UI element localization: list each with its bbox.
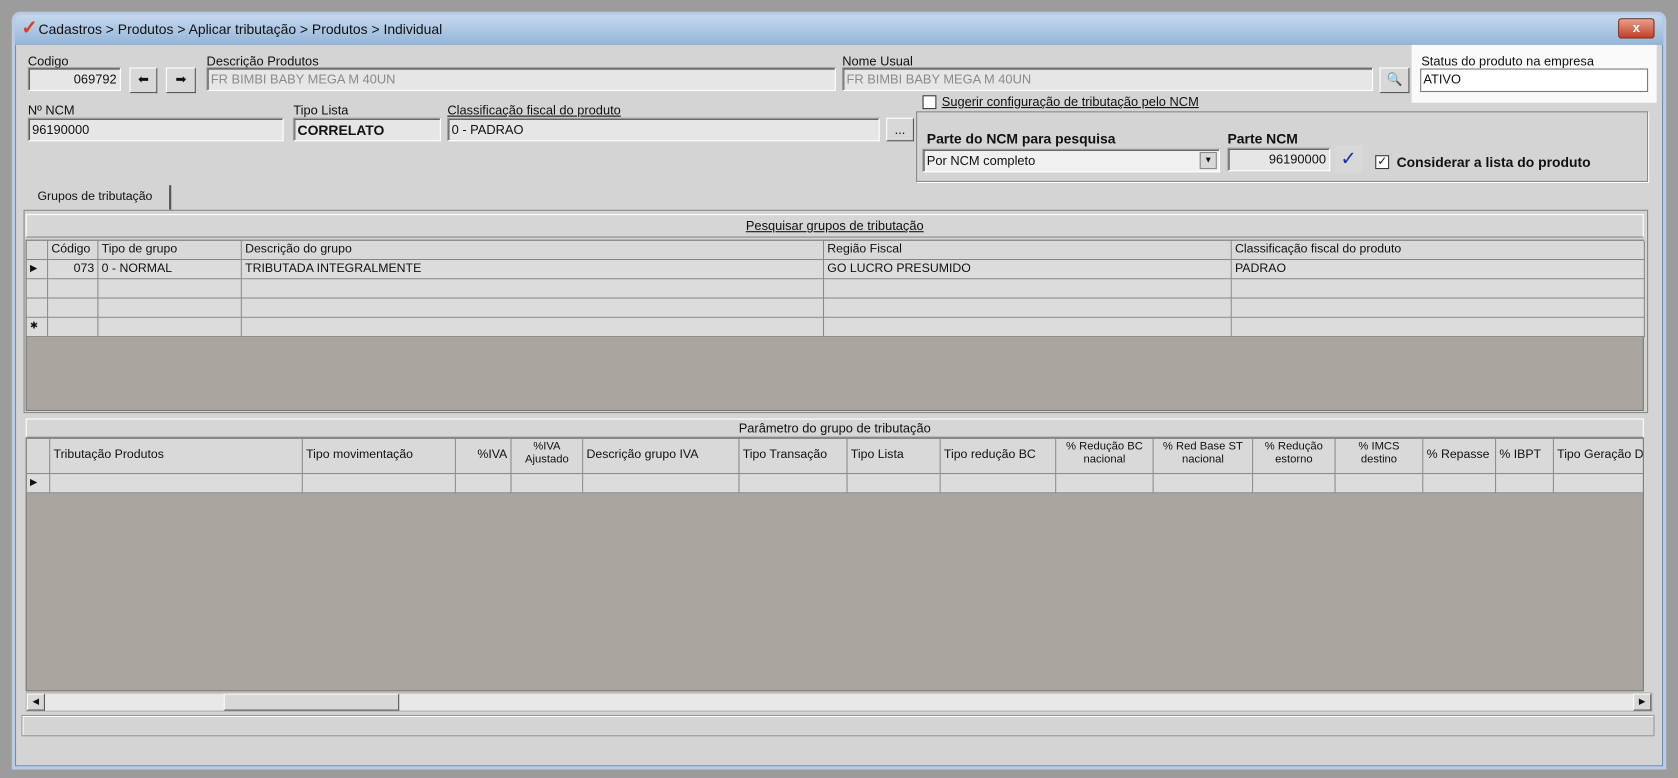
column-header[interactable]: % Red Base ST nacional: [1153, 438, 1254, 475]
tipo-lista-input[interactable]: CORRELATO: [293, 117, 441, 142]
new-row[interactable]: ✱: [26, 317, 1645, 338]
row-selector-icon: ▶: [26, 474, 51, 494]
column-header[interactable]: Classificação fiscal do produto: [1231, 240, 1645, 261]
cell: 0 - NORMAL: [98, 260, 242, 280]
parametros-grid: Tributação Produtos Tipo movimentação %I…: [25, 437, 1644, 692]
grupos-grid: Código Tipo de grupo Descrição do grupo …: [25, 239, 1645, 411]
new-row-asterisk-icon: ✱: [26, 317, 49, 338]
tab-grupos-de-tributacao[interactable]: Grupos de tributação: [30, 185, 172, 211]
column-header[interactable]: Tipo de grupo: [98, 240, 242, 261]
column-header[interactable]: % IBPT: [1496, 438, 1554, 475]
status-label: Status do produto na empresa: [1421, 53, 1594, 69]
parte-ncm-label: Parte NCM: [1227, 130, 1298, 147]
column-header[interactable]: % IMCS destino: [1335, 438, 1424, 475]
descricao-input[interactable]: FR BIMBI BABY MEGA M 40UN: [206, 67, 836, 91]
chevron-down-icon[interactable]: ▼: [1199, 151, 1217, 170]
table-row[interactable]: ▶ 073 0 - NORMAL TRIBUTADA INTEGRALMENTE…: [26, 260, 1645, 280]
column-header[interactable]: Código: [48, 240, 99, 261]
sugerir-checkbox[interactable]: [922, 95, 937, 110]
grupos-caption: Pesquisar grupos de tributação: [25, 214, 1644, 238]
column-header[interactable]: % Redução BC nacional: [1056, 438, 1154, 475]
window-title: Cadastros > Produtos > Aplicar tributaçã…: [38, 21, 443, 38]
status-input[interactable]: ATIVO: [1420, 68, 1649, 93]
column-header[interactable]: Descrição grupo IVA: [583, 438, 740, 475]
column-header[interactable]: Descrição do grupo: [241, 240, 825, 261]
horizontal-scrollbar[interactable]: ◀ ▶: [25, 692, 1653, 712]
scrollbar-thumb[interactable]: [223, 693, 400, 711]
title-bar: Cadastros > Produtos > Aplicar tributaçã…: [14, 14, 1664, 45]
previous-arrow-icon[interactable]: ⬅: [129, 67, 158, 94]
column-header[interactable]: Tributação Produtos: [50, 438, 303, 475]
next-arrow-icon[interactable]: ➡: [165, 67, 196, 94]
column-header[interactable]: Tipo movimentação: [302, 438, 456, 475]
nome-usual-label: Nome Usual: [842, 53, 913, 69]
table-row[interactable]: [26, 279, 1645, 299]
column-header[interactable]: Tipo Lista: [847, 438, 941, 475]
parametros-header-row: Tributação Produtos Tipo movimentação %I…: [26, 438, 1643, 475]
status-bar: [21, 714, 1655, 737]
parte-ncm-pesquisa-select[interactable]: Por NCM completo ▼: [922, 148, 1221, 173]
nome-usual-input[interactable]: FR BIMBI BABY MEGA M 40UN: [842, 67, 1374, 91]
ncm-input[interactable]: 96190000: [27, 117, 284, 142]
column-header[interactable]: % Repasse: [1423, 438, 1497, 475]
considerar-checkbox[interactable]: ✓: [1375, 155, 1390, 170]
parte-ncm-pesquisa-label: Parte do NCM para pesquisa: [926, 130, 1116, 147]
scroll-left-icon[interactable]: ◀: [26, 693, 45, 711]
column-header[interactable]: Tipo Geração D: [1553, 438, 1643, 475]
confirm-check-icon[interactable]: ✓: [1334, 145, 1363, 174]
column-header[interactable]: Tipo redução BC: [940, 438, 1057, 475]
close-button[interactable]: x: [1618, 18, 1655, 39]
app-logo-icon: ✓: [21, 17, 38, 39]
codigo-label: Codigo: [27, 53, 69, 69]
row-selector-icon: ▶: [26, 260, 49, 280]
column-header[interactable]: %IVA Ajustado: [511, 438, 584, 475]
status-panel: Status do produto na empresa ATIVO: [1411, 44, 1657, 103]
classificacao-input[interactable]: 0 - PADRAO: [447, 117, 880, 142]
classificacao-lookup-button[interactable]: ...: [886, 117, 914, 142]
sugerir-label: Sugerir configuração de tributação pelo …: [941, 94, 1199, 110]
column-header[interactable]: % Redução estorno: [1253, 438, 1336, 475]
column-header[interactable]: %IVA: [455, 438, 512, 475]
table-row[interactable]: ▶: [26, 474, 1643, 494]
grupos-header-row: Código Tipo de grupo Descrição do grupo …: [26, 240, 1645, 261]
scroll-right-icon[interactable]: ▶: [1633, 693, 1652, 711]
considerar-label: Considerar a lista do produto: [1396, 154, 1591, 171]
parte-ncm-pesquisa-value: Por NCM completo: [926, 153, 1036, 169]
cell: TRIBUTADA INTEGRALMENTE: [241, 260, 825, 280]
cell: 073: [48, 260, 99, 280]
tipo-lista-label: Tipo Lista: [293, 102, 349, 118]
cell: GO LUCRO PRESUMIDO: [824, 260, 1232, 280]
descricao-label: Descrição Produtos: [206, 53, 319, 69]
column-header[interactable]: Tipo Transação: [739, 438, 848, 475]
codigo-input[interactable]: 069792: [27, 67, 121, 91]
cell: PADRAO: [1231, 260, 1645, 280]
parametros-caption: Parâmetro do grupo de tributação: [25, 418, 1644, 438]
table-row[interactable]: [26, 298, 1645, 318]
ncm-label: Nº NCM: [27, 102, 75, 118]
parte-ncm-input[interactable]: 96190000: [1227, 147, 1331, 172]
classificacao-label: Classificação fiscal do produto: [447, 102, 621, 118]
column-header[interactable]: Região Fiscal: [824, 240, 1232, 261]
search-magnifier-icon[interactable]: 🔍: [1379, 67, 1410, 94]
